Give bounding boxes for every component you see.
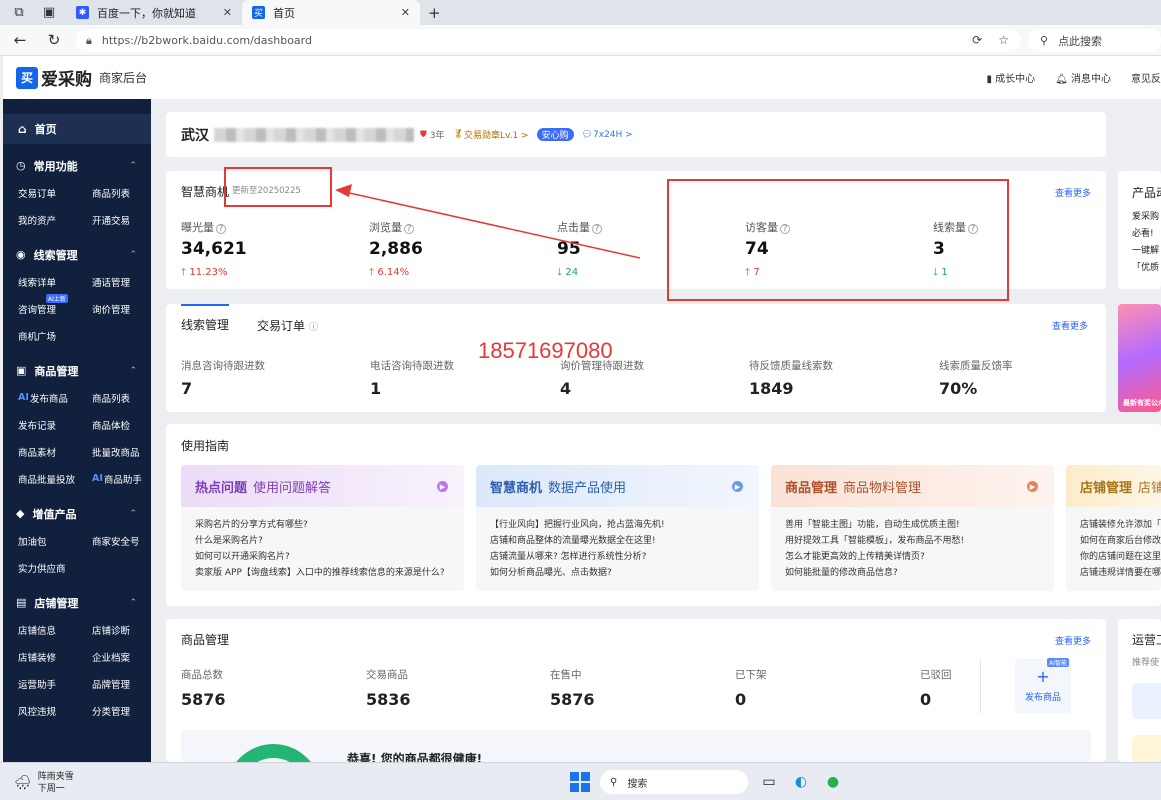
taskbar-search[interactable]: ⚲ 搜索 [600,770,748,794]
annotation-arrow [335,184,641,259]
weather-icon: 🌧︎ [14,775,32,791]
os-taskbar: 🌧︎ 阵雨夹雪下周一 ⚲ 搜索 ▭ ◐ ● [0,762,1161,800]
weather-widget[interactable]: 🌧︎ 阵雨夹雪下周一 [14,771,74,795]
search-icon: ⚲ [610,776,618,788]
taskbar-search-label: 搜索 [627,778,648,790]
task-view-icon[interactable]: ▭ [758,771,780,793]
edge-browser-icon[interactable]: ◐ [790,771,812,793]
weather-subtitle: 下周一 [37,784,65,794]
windows-start-icon[interactable] [570,772,590,792]
overlay-phone-number: 18571697080 [478,338,613,363]
wechat-icon[interactable]: ● [822,771,844,793]
weather-title: 阵雨夹雪 [37,772,74,782]
